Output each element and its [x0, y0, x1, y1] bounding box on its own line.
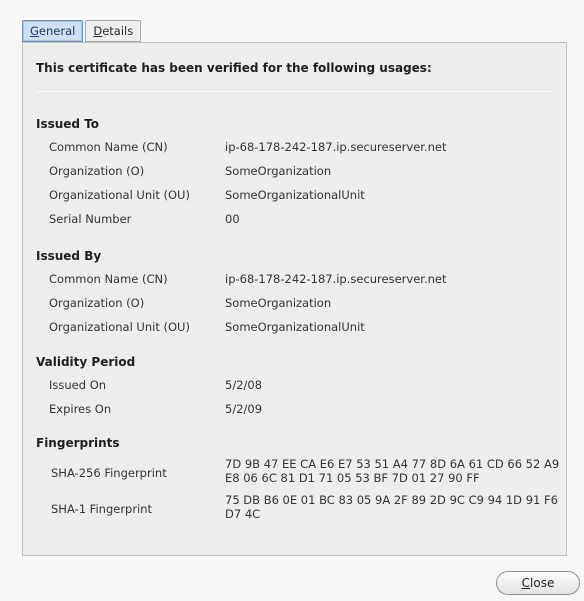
tab-details-accel: D — [93, 24, 103, 38]
serial-number-row: Serial Number 00 — [23, 212, 568, 230]
issued-by-ou-value: SomeOrganizationalUnit — [225, 320, 365, 334]
serial-number-value: 00 — [225, 212, 240, 226]
sha256-label: SHA-256 Fingerprint — [51, 466, 167, 480]
sha1-row: SHA-1 Fingerprint 75 DB B6 0E 01 BC 83 0… — [23, 493, 568, 525]
expires-on-label: Expires On — [49, 402, 112, 416]
validity-period-title: Validity Period — [36, 355, 136, 369]
sha256-value: 7D 9B 47 EE CA E6 E7 53 51 A4 77 8D 6A 6… — [225, 457, 560, 485]
issued-to-o-row: Organization (O) SomeOrganization — [23, 164, 568, 182]
issued-by-cn-row: Common Name (CN) ip-68-178-242-187.ip.se… — [23, 272, 568, 290]
fingerprints-title: Fingerprints — [36, 436, 120, 450]
tab-general-label: eneral — [38, 24, 76, 38]
expires-on-row: Expires On 5/2/09 — [23, 402, 568, 420]
issued-on-label: Issued On — [49, 378, 107, 392]
issued-on-value: 5/2/08 — [225, 378, 263, 392]
usages-divider — [35, 91, 554, 92]
issued-to-o-value: SomeOrganization — [225, 164, 332, 178]
issued-by-cn-label: Common Name (CN) — [49, 272, 168, 286]
tab-general-accel: G — [30, 24, 39, 38]
tab-details[interactable]: Details — [85, 20, 142, 42]
issued-by-o-row: Organization (O) SomeOrganization — [23, 296, 568, 314]
issued-to-ou-value: SomeOrganizationalUnit — [225, 188, 365, 202]
issued-by-title: Issued By — [36, 249, 102, 263]
sha1-label: SHA-1 Fingerprint — [51, 502, 153, 516]
serial-number-label: Serial Number — [49, 212, 132, 226]
tab-bar: General Details — [22, 20, 143, 42]
issued-to-o-label: Organization (O) — [49, 164, 145, 178]
issued-by-o-value: SomeOrganization — [225, 296, 332, 310]
verified-usages-heading: This certificate has been verified for t… — [36, 61, 432, 75]
tab-details-label: etails — [102, 24, 134, 38]
close-button-accel: C — [521, 576, 531, 590]
general-panel: This certificate has been verified for t… — [22, 42, 567, 556]
issued-to-cn-label: Common Name (CN) — [49, 140, 168, 154]
issued-to-cn-value: ip-68-178-242-187.ip.secureserver.net — [225, 140, 447, 154]
tab-general[interactable]: General — [22, 20, 84, 42]
issued-to-title: Issued To — [36, 117, 100, 131]
issued-by-ou-label: Organizational Unit (OU) — [49, 320, 190, 334]
issued-by-cn-value: ip-68-178-242-187.ip.secureserver.net — [225, 272, 447, 286]
sha256-row: SHA-256 Fingerprint 7D 9B 47 EE CA E6 E7… — [23, 457, 568, 489]
issued-by-o-label: Organization (O) — [49, 296, 145, 310]
expires-on-value: 5/2/09 — [225, 402, 263, 416]
issued-to-cn-row: Common Name (CN) ip-68-178-242-187.ip.se… — [23, 140, 568, 158]
certificate-viewer-window: General Details This certificate has bee… — [0, 0, 584, 601]
issued-to-ou-label: Organizational Unit (OU) — [49, 188, 190, 202]
issued-by-ou-row: Organizational Unit (OU) SomeOrganizatio… — [23, 320, 568, 338]
sha1-value: 75 DB B6 0E 01 BC 83 05 9A 2F 89 2D 9C C… — [225, 493, 558, 521]
close-button-label: lose — [530, 576, 555, 590]
close-button[interactable]: Close — [496, 571, 580, 595]
issued-to-ou-row: Organizational Unit (OU) SomeOrganizatio… — [23, 188, 568, 206]
issued-on-row: Issued On 5/2/08 — [23, 378, 568, 396]
